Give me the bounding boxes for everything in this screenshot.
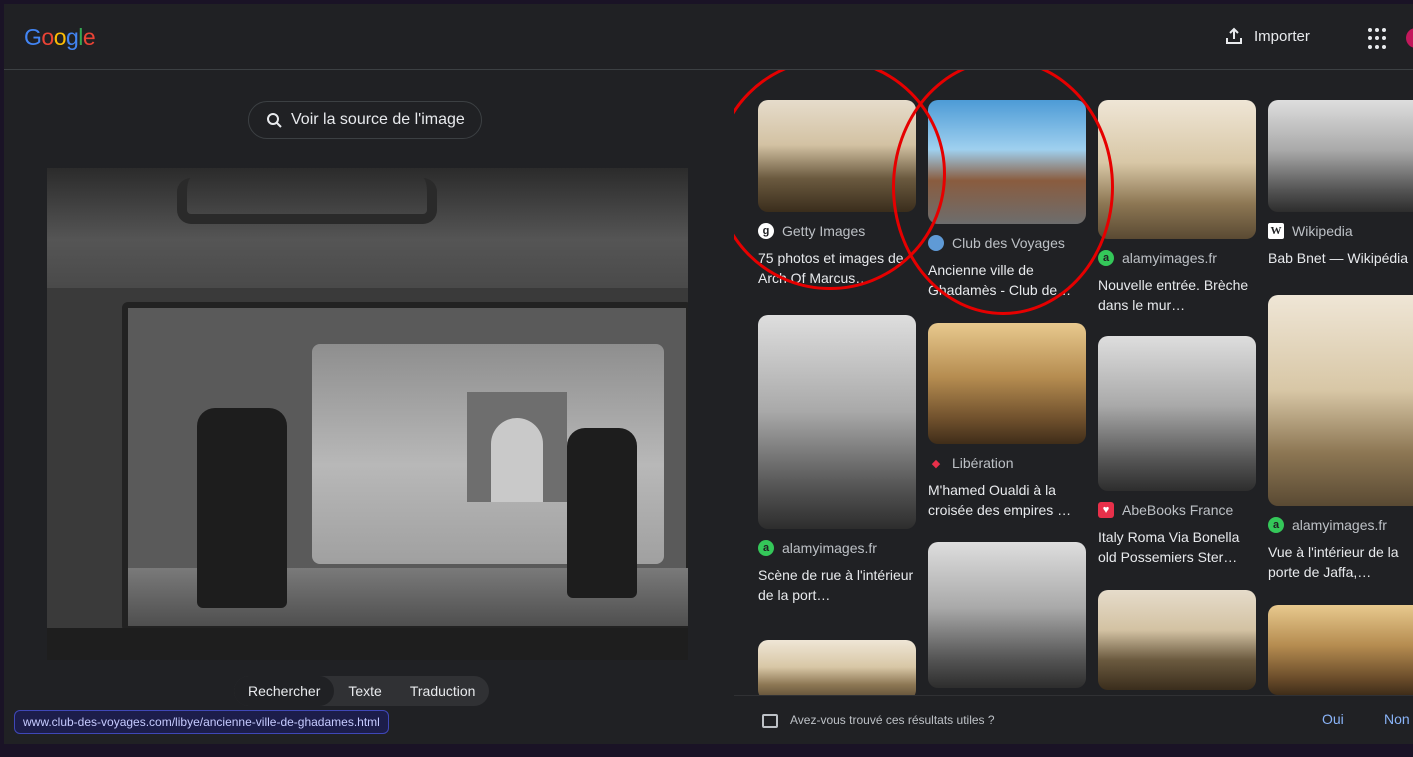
result-card[interactable]: a alamyimages.fr Vue à l'intérieur de la … xyxy=(1268,295,1413,582)
result-card[interactable]: a alamyimages.fr Nouvelle entrée. Brèche … xyxy=(1098,100,1256,315)
result-favicon: ◆ xyxy=(931,457,941,470)
result-title[interactable]: Bab Bnet — Wikipédia xyxy=(1268,248,1413,288)
result-thumbnail[interactable] xyxy=(928,542,1086,688)
result-thumbnail[interactable] xyxy=(758,100,916,212)
avatar[interactable] xyxy=(1406,28,1413,48)
result-card[interactable]: Club des Voyages Ancienne ville de Ghada… xyxy=(928,100,1086,300)
grid-apps-icon[interactable] xyxy=(1368,28,1390,50)
logo-letter: e xyxy=(82,24,96,50)
query-image-panel: Voir la source de l'image Rechercher Tex… xyxy=(4,70,734,744)
result-source: Wikipedia xyxy=(1292,223,1353,239)
result-favicon: a xyxy=(1098,250,1114,266)
result-title[interactable]: M'hamed Oualdi à la croisée des empires … xyxy=(928,480,1086,520)
tab-search[interactable]: Rechercher xyxy=(234,676,335,706)
feedback-yes-button[interactable]: Oui xyxy=(1322,711,1344,727)
result-title[interactable]: Scène de rue à l'intérieur de la port… xyxy=(758,565,916,605)
result-card[interactable] xyxy=(1098,590,1256,690)
result-title[interactable]: Nouvelle entrée. Brèche dans le mur… xyxy=(1098,275,1256,315)
tab-text[interactable]: Texte xyxy=(334,676,395,706)
view-image-source-button[interactable]: Voir la source de l'image xyxy=(248,101,482,139)
visual-matches-grid: g Getty Images 75 photos et images de Arc… xyxy=(734,70,1413,695)
result-card[interactable]: W Wikipedia Bab Bnet — Wikipédia xyxy=(1268,100,1413,288)
vehicle-handle xyxy=(177,178,437,224)
google-lens-window: Google Importer Voir la source de l'imag… xyxy=(4,4,1413,744)
result-thumbnail[interactable] xyxy=(928,100,1086,224)
result-source: Club des Voyages xyxy=(952,235,1065,251)
result-thumbnail[interactable] xyxy=(928,323,1086,444)
query-image[interactable] xyxy=(47,168,688,660)
upload-button[interactable]: Importer xyxy=(1224,26,1310,46)
result-source: Libération xyxy=(952,455,1014,471)
result-favicon: W xyxy=(1268,223,1284,239)
result-title[interactable]: Ancienne ville de Ghadamès - Club de… xyxy=(928,260,1086,300)
result-thumbnail[interactable] xyxy=(758,315,916,529)
result-source: AbeBooks France xyxy=(1122,502,1234,518)
result-card[interactable]: a alamyimages.fr Scène de rue à l'intérie… xyxy=(758,315,916,605)
logo-letter: o xyxy=(53,24,67,50)
hover-url-status: www.club-des-voyages.com/libye/ancienne-… xyxy=(14,710,389,734)
result-source: Getty Images xyxy=(782,223,866,239)
result-thumbnail[interactable] xyxy=(1098,100,1256,239)
logo-letter: G xyxy=(24,24,42,50)
feedback-question: Avez-vous trouvé ces résultats utiles ? xyxy=(790,713,995,727)
result-card[interactable] xyxy=(1268,605,1413,695)
lens-mode-tabs: Rechercher Texte Traduction xyxy=(234,676,490,706)
result-source: alamyimages.fr xyxy=(1122,250,1217,266)
result-thumbnail[interactable] xyxy=(1098,336,1256,491)
result-thumbnail[interactable] xyxy=(758,640,916,695)
soldier-left xyxy=(197,408,287,608)
result-favicon: a xyxy=(1268,517,1284,533)
result-thumbnail[interactable] xyxy=(1098,590,1256,690)
window-frame-bottom xyxy=(47,628,688,660)
result-title[interactable]: Vue à l'intérieur de la porte de Jaffa,… xyxy=(1268,542,1413,582)
result-source: alamyimages.fr xyxy=(782,540,877,556)
soldier-right xyxy=(567,428,637,598)
logo-letter: o xyxy=(41,24,54,50)
feedback-icon xyxy=(762,714,778,728)
result-title[interactable]: 75 photos et images de Arch Of Marcus… xyxy=(758,248,916,288)
header: Google Importer xyxy=(4,4,1413,70)
view-image-source-label: Voir la source de l'image xyxy=(291,111,465,128)
tab-translate[interactable]: Traduction xyxy=(396,676,490,706)
result-card[interactable]: ◆ Libération M'hamed Oualdi à la croisée … xyxy=(928,323,1086,520)
result-favicon: ♥ xyxy=(1098,502,1114,518)
result-card[interactable]: ♥ AbeBooks France Italy Roma Via Bonella … xyxy=(1098,336,1256,567)
google-logo[interactable]: Google xyxy=(24,24,96,51)
result-favicon xyxy=(928,235,944,251)
image-search-icon xyxy=(267,113,282,128)
feedback-bar: Avez-vous trouvé ces résultats utiles ? … xyxy=(734,695,1413,744)
result-thumbnail[interactable] xyxy=(1268,100,1413,212)
result-card[interactable] xyxy=(758,640,916,695)
upload-label: Importer xyxy=(1254,27,1310,45)
result-thumbnail[interactable] xyxy=(1268,605,1413,695)
arch-shape xyxy=(467,392,567,502)
result-title[interactable]: Italy Roma Via Bonella old Possemiers St… xyxy=(1098,527,1256,567)
result-card[interactable]: g Getty Images 75 photos et images de Arc… xyxy=(758,100,916,288)
result-source: alamyimages.fr xyxy=(1292,517,1387,533)
result-favicon: g xyxy=(758,223,774,239)
result-favicon: a xyxy=(758,540,774,556)
result-card[interactable] xyxy=(928,542,1086,688)
logo-letter: g xyxy=(65,24,79,50)
result-thumbnail[interactable] xyxy=(1268,295,1413,506)
feedback-no-button[interactable]: Non xyxy=(1384,711,1410,727)
upload-icon xyxy=(1226,27,1242,44)
